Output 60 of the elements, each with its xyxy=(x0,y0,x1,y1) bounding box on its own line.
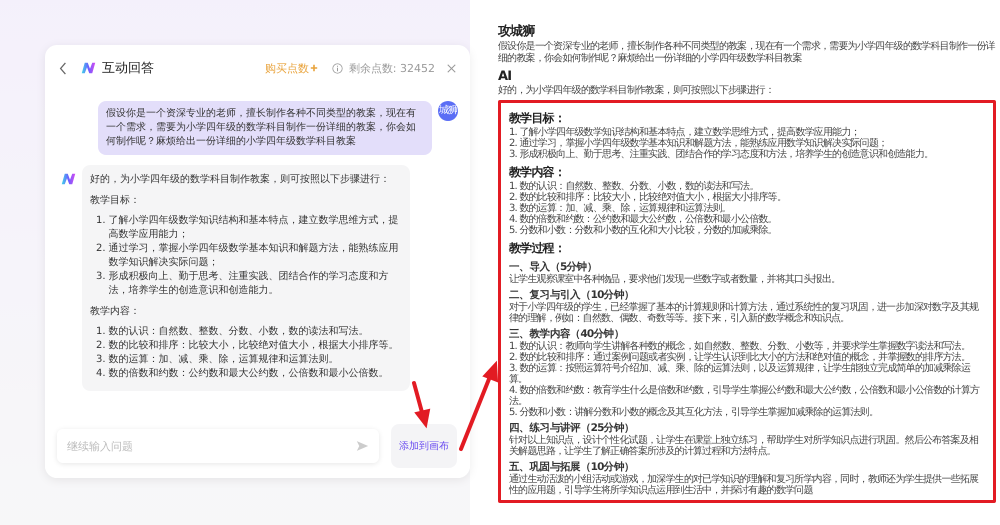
subsection-heading: 五、巩固与拓展（10分钟） xyxy=(509,460,636,474)
back-icon[interactable] xyxy=(59,62,67,74)
logo-icon xyxy=(81,62,96,74)
paragraph-text: 5. 分数和小数：讲解分数和小数的概念及其互化方法，引导学生掌握加减乘除的运算法则。 xyxy=(509,407,880,418)
section-heading: 教学目标： xyxy=(509,110,566,126)
paragraph-text: 2. 数的比较和排序：通过案例问题或者实例，让学生认识到比大小的方法和绝对值的概念，并掌握数的排序方法。 xyxy=(509,352,972,363)
subsection-heading: 二、复习与引入（10分钟） xyxy=(509,288,636,302)
paragraph-text: 对于小学四年级的学生，已经掌握了基本的计算规则和计算方法，通过系统性的复习巩固，进一步加深对数字及其规律的理解，例如：自然数、偶数、奇数等等。接下来，引入新的数学概念和知识点。 xyxy=(509,302,980,324)
list-number: 4. xyxy=(96,367,106,381)
list-item-text: 通过学习，掌握小学四年级数学基本知识和解题方法，能熟练应用数学知识解决实际问题； xyxy=(108,242,400,270)
paragraph-text: 4. 数的倍数和约数：公约数和最大公约数，公倍数和最小公倍数。 xyxy=(509,214,778,225)
paragraph-text: 3. 形成积极向上、勤于思考、注重实践、团结合作的学习态度和方法，培养学生的创造意识和创造能力。 xyxy=(509,149,934,160)
paragraph-text: 1. 数的认识：教师向学生讲解各种数的概念，如自然数、整数、分数、小数等，并要求学生掌握数字读法和写法。 xyxy=(509,341,972,352)
paragraph-text: 3. 数的运算：按照运算符号介绍加、减、乘、除的运算法则，以及运算规律，让学生能独立完成简单的加减乘除运算。 xyxy=(509,363,970,385)
list-item-text: 形成积极向上、勤于思考、注重实践、团结合作的学习态度和方法，培养学生的创造意识和创造能力。 xyxy=(108,270,390,298)
panel-title: 互动回答 xyxy=(102,60,154,77)
paragraph-text: 1. 了解小学四年级数学知识结构和基本特点，建立数学思维方式，提高数学应用能力； xyxy=(509,127,861,138)
list-number: 1. xyxy=(96,325,106,339)
list-number: 3. xyxy=(96,270,106,284)
list-item-text: 数的倍数和约数：公约数和最大公约数，公倍数和最小公倍数。 xyxy=(108,367,389,381)
list-number: 1. xyxy=(96,214,106,228)
question-input-field[interactable]: 继续输入问题 xyxy=(57,429,379,463)
paragraph-text: 2. 通过学习，掌握小学四年级数学基本知识和解题方法，能熟练应用数学知识解决实际问题； xyxy=(509,138,888,149)
subsection-heading: 一、导入（5分钟） xyxy=(509,260,598,274)
annotation-arrow xyxy=(412,381,430,428)
subsection-heading: 三、教学内容（40分钟） xyxy=(509,327,626,340)
list-item-text: 数的运算：加、减、乘、除，运算规律和运算法则。 xyxy=(108,353,339,367)
entry-text: 假设你是一个资深专业的老师，擅长制作各种不同类型的教案，现在有一个需求，需要为小学四年级的数学科目制作一份详细的教案，你会如何制作呢？麻烦给出一份详细的小学四年级数学科目教案 xyxy=(498,41,996,65)
list-number: 2. xyxy=(96,339,106,353)
author-name: 攻城狮 xyxy=(498,23,536,40)
subsection-heading: 四、练习与讲评（25分钟） xyxy=(509,421,636,434)
list-item-text: 了解小学四年级数学知识结构和基本特点，建立数学思维方式，提高数学应用能力； xyxy=(108,214,400,242)
logo-icon xyxy=(61,173,76,185)
send-icon[interactable] xyxy=(356,440,369,452)
section-heading: 教学过程： xyxy=(509,240,566,257)
user-avatar: 城狮 xyxy=(438,101,458,121)
remaining-points: 剩余点数: 32452 xyxy=(348,60,435,76)
paragraph-text: 让学生观察课室中各种物品，要求他们发现一些数字或者数量，并将其口头报出。 xyxy=(509,274,842,285)
paragraph-text: 5. 分数和小数：分数和小数的互化和大小比较，分数的加减乘除。 xyxy=(509,225,778,236)
paragraph-text: 针对以上知识点，设计个性化试题，让学生在课堂上独立练习，帮助学生对所学知识点进行巩固。然后公布答案及相关解题思路，让学生了解正确答案所涉及的计算过程和方法特点。 xyxy=(509,435,980,457)
paragraph-text: 2. 数的比较和排序：比较大小，比较绝对值大小，根据大小排序等。 xyxy=(509,192,788,203)
section-heading: 教学内容： xyxy=(509,164,566,181)
section-heading: 教学内容： xyxy=(90,304,141,318)
close-icon[interactable] xyxy=(447,64,456,72)
paragraph-text: 1. 数的认识：自然数、整数、分数、小数，数的读法和写法。 xyxy=(509,181,759,192)
add-to-canvas-button[interactable]: 添加到画布 xyxy=(391,424,457,468)
paragraph-text: 通过生动活泼的小组活动或游戏，加深学生的对已学知识的理解和复习所学内容，同时，教师还为学生提供一些拓展性的应用题，引导学生将所学知识点运用到生活中，并探讨有趣的数学问题 xyxy=(509,474,980,496)
author-name: AI xyxy=(498,69,512,84)
list-number: 3. xyxy=(96,353,106,367)
list-item-text: 数的比较和排序：比较大小，比较绝对值大小，根据大小排序等。 xyxy=(108,339,399,353)
entry-text: 好的，为小学四年级的数学科目制作教案，则可按照以下步骤进行： xyxy=(498,85,776,97)
section-heading: 教学目标： xyxy=(90,194,141,207)
message-text: 好的，为小学四年级的数学科目制作教案，则可按照以下步骤进行： xyxy=(90,172,391,186)
plus-icon xyxy=(310,64,318,72)
list-item-text: 数的认识：自然数、整数、分数、小数，数的读法和写法。 xyxy=(108,325,369,339)
user-message: 假设你是一个资深专业的老师，擅长制作各种不同类型的教案，现在有一个需求，需要为小学四年级的数学科目制作一份详细的教案，你会如何制作呢？麻烦给出一份详细的小学四年级数学科目教案 xyxy=(98,101,432,155)
info-icon[interactable] xyxy=(332,62,343,74)
paragraph-text: 3. 数的运算：加、减、乘、除，运算规律和运算法则。 xyxy=(509,203,731,214)
list-number: 2. xyxy=(96,242,106,256)
paragraph-text: 4. 数的倍数和约数：教育学生什么是倍数和约数，引导学生掌握公约数和最大公约数，公倍数和最小公倍数的计算方法。 xyxy=(509,385,980,407)
